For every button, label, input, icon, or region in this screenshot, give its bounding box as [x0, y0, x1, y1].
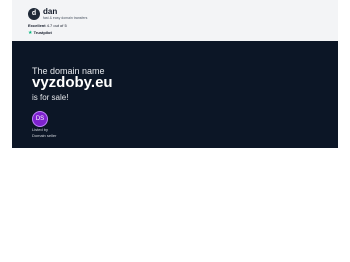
brand-tagline: fast & easy domain transfers: [43, 16, 88, 20]
seller-name[interactable]: Domain seller: [32, 133, 56, 139]
trustpilot-badge[interactable]: ★ Trustpilot: [28, 30, 52, 36]
header-bar: d dan fast & easy domain transfers Excel…: [12, 0, 338, 41]
trustpilot-label: Trustpilot: [33, 30, 52, 35]
trustpilot-rating: Excellent 4.7 out of 5: [28, 23, 67, 28]
dan-logo-icon[interactable]: d: [28, 8, 40, 20]
seller-avatar[interactable]: DS: [32, 111, 48, 127]
domain-name: vyzdoby.eu: [32, 74, 113, 91]
page: d dan fast & easy domain transfers Excel…: [0, 0, 350, 262]
listed-by: Listed by Domain seller: [32, 127, 56, 138]
rating-value: 4.7 out of 5: [46, 23, 67, 28]
trustpilot-star-icon: ★: [28, 30, 33, 36]
for-sale-text: is for sale!: [32, 93, 69, 102]
brand-name[interactable]: dan: [43, 7, 57, 16]
domain-hero: The domain name vyzdoby.eu is for sale! …: [12, 41, 338, 148]
rating-label: Excellent: [28, 23, 46, 28]
